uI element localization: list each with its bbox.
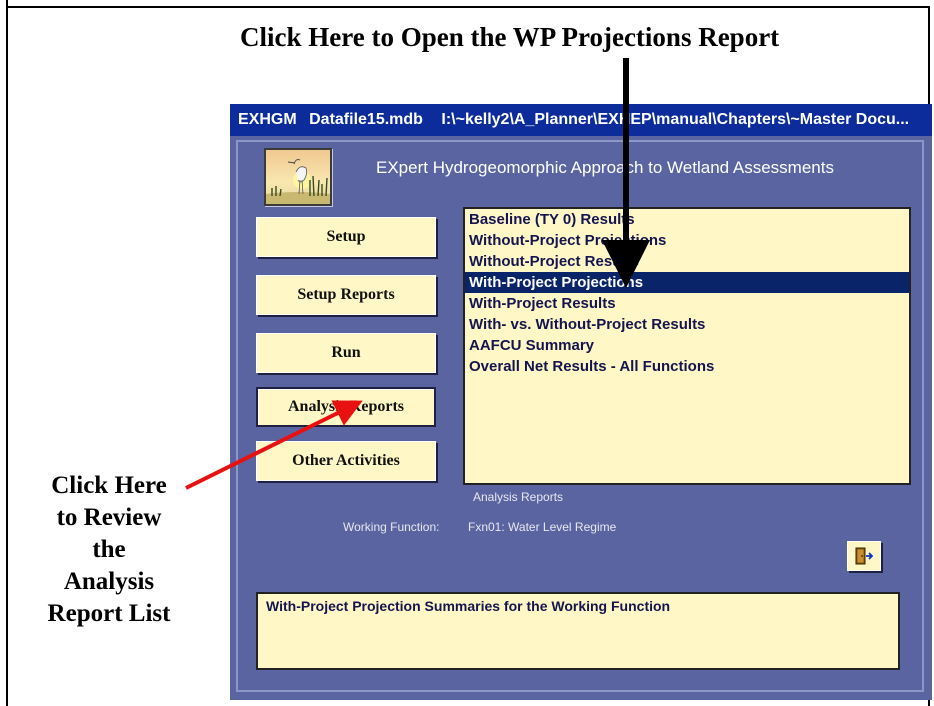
working-function-label: Working Function: [343, 520, 440, 534]
title-app: EXHGM [238, 111, 297, 128]
setup-button[interactable]: Setup [256, 217, 436, 257]
title-database: Datafile15.mdb [309, 111, 423, 128]
exit-door-icon [855, 547, 874, 565]
window-title-bar[interactable]: EXHGM Datafile15.mdb I:\~kelly2\A_Planne… [230, 104, 932, 136]
report-item[interactable]: Overall Net Results - All Functions [465, 356, 909, 377]
report-listbox[interactable]: Baseline (TY 0) Results Without-Project … [463, 207, 911, 485]
other-activities-button[interactable]: Other Activities [256, 441, 436, 481]
analysis-reports-button[interactable]: Analysis Reports [256, 387, 436, 427]
heron-logo-icon [266, 150, 330, 204]
report-item[interactable]: Without-Project Projections [465, 230, 909, 251]
title-path: I:\~kelly2\A_Planner\EXHEP\manual\Chapte… [441, 111, 910, 128]
callout-line: Analysis [63, 568, 155, 595]
page-border-left [6, 0, 8, 706]
app-title: EXpert Hydrogeomorphic Approach to Wetla… [376, 158, 834, 177]
callout-line: the [92, 536, 126, 563]
callout-open-wp-projections: Click Here to Open the WP Projections Re… [240, 22, 780, 52]
report-item[interactable]: Baseline (TY 0) Results [465, 209, 909, 230]
callout-line: Click Here [51, 472, 167, 499]
report-item-selected[interactable]: With-Project Projections [465, 272, 909, 293]
callout-review-report-list: Click Here to Review the Analysis Report… [10, 470, 208, 630]
report-item[interactable]: With-Project Results [465, 293, 909, 314]
page-border-top [6, 6, 930, 8]
exit-button[interactable] [847, 541, 881, 571]
list-caption: Analysis Reports [473, 490, 564, 504]
report-item[interactable]: Without-Project Results [465, 251, 909, 272]
report-description-box: With-Project Projection Summaries for th… [256, 592, 900, 670]
report-item[interactable]: AAFCU Summary [465, 335, 909, 356]
working-function-value: Fxn01: Water Level Regime [468, 520, 617, 534]
setup-reports-button[interactable]: Setup Reports [256, 275, 436, 315]
callout-line: Report List [47, 600, 171, 627]
heron-logo [264, 148, 332, 206]
report-item[interactable]: With- vs. Without-Project Results [465, 314, 909, 335]
run-button[interactable]: Run [256, 333, 436, 373]
exhgm-window: EXHGM Datafile15.mdb I:\~kelly2\A_Planne… [230, 104, 932, 700]
callout-line: to Review [56, 504, 162, 531]
